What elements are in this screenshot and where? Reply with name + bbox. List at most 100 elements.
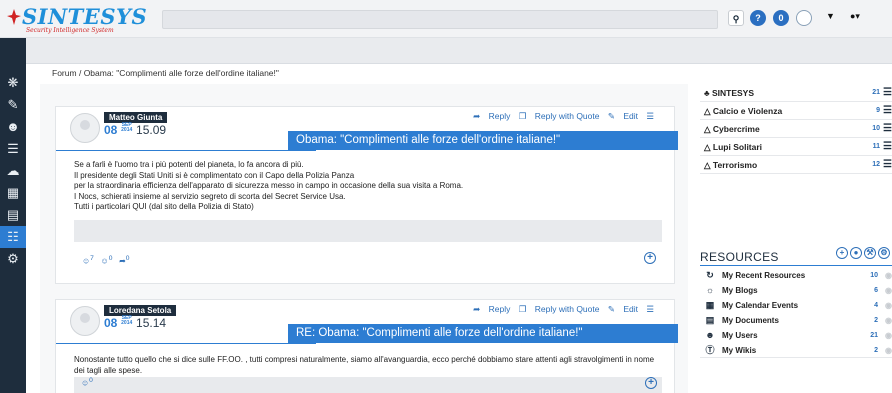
- notifications-badge[interactable]: 0: [773, 10, 789, 26]
- forum-item[interactable]: △ Lupi Solitari 11 ☰: [700, 138, 892, 156]
- help-icon[interactable]: ?: [750, 10, 766, 26]
- gear-icon[interactable]: ⚙: [878, 247, 890, 259]
- like-count: 0: [89, 377, 93, 384]
- post-body: Nonostante tutto quello che si dice sull…: [74, 355, 655, 375]
- post-reactions: ☺7 ☺0 ➦0: [82, 255, 130, 266]
- thread-panel: Matteo Giunta 08 SEP 2014 15.09 ➦ Reply ❐…: [40, 84, 688, 393]
- post-author[interactable]: Loredana Setola: [104, 305, 177, 316]
- resource-count: 21: [870, 332, 878, 339]
- global-search-input[interactable]: [162, 10, 718, 29]
- logo-star-icon: [7, 9, 21, 25]
- edit-button[interactable]: ✎ Edit: [608, 304, 638, 314]
- list-icon[interactable]: ☰: [883, 138, 892, 156]
- resource-item[interactable]: ▤ My Documents 2 ◉: [700, 313, 892, 328]
- like-icon[interactable]: ☺: [82, 257, 90, 266]
- breadcrumb-current: Obama: "Complimenti alle forze dell'ordi…: [83, 68, 279, 78]
- post-actions: ➦ Reply ❐ Reply with Quote ✎ Edit ☰: [467, 304, 654, 315]
- add-reply-button[interactable]: +: [645, 377, 657, 389]
- resource-item[interactable]: ↻ My Recent Resources 10 ◉: [700, 268, 892, 283]
- view-icon[interactable]: ◉: [885, 313, 892, 328]
- forum-icon[interactable]: ☷: [0, 226, 26, 248]
- reply-button[interactable]: ➦ Reply: [473, 111, 510, 121]
- breadcrumb-separator: /: [78, 68, 82, 78]
- resource-count: 6: [874, 287, 878, 294]
- reply-quote-button[interactable]: ❐ Reply with Quote: [519, 111, 600, 121]
- title-underline: [56, 343, 316, 344]
- resource-item[interactable]: Ⓣ My Wikis 2 ◉: [700, 343, 892, 358]
- like-count: 7: [90, 255, 94, 262]
- calendar-icon[interactable]: ▦: [0, 182, 26, 204]
- forum-count: 10: [872, 125, 880, 132]
- resource-item[interactable]: ☼ My Blogs 6 ◉: [700, 283, 892, 298]
- settings-wrench-icon[interactable]: ⚒: [864, 247, 876, 259]
- settings-icon[interactable]: ⚙: [0, 248, 26, 270]
- wiki-icon: Ⓣ: [705, 345, 715, 355]
- forum-item[interactable]: △ Terrorismo 12 ☰: [700, 156, 892, 174]
- forum-list: ♣ SINTESYS 21 ☰ △ Calcio e Violenza 9 ☰ …: [700, 84, 892, 174]
- forum-icon: △: [704, 124, 711, 134]
- edit-button[interactable]: ✎ Edit: [608, 111, 638, 121]
- quick-reply-input[interactable]: [74, 220, 662, 242]
- list-icon[interactable]: ☰: [883, 84, 892, 102]
- user-icon: ☻: [705, 330, 715, 340]
- logo-name: SINTESYS: [22, 4, 148, 29]
- post-footer: ☺0 +: [55, 375, 675, 393]
- header-strip: [26, 38, 892, 64]
- add-reply-button[interactable]: +: [644, 252, 656, 264]
- forum-icon: △: [704, 160, 711, 170]
- user-menu-icon[interactable]: ●▾: [850, 11, 860, 22]
- resource-item[interactable]: ▦ My Calendar Events 4 ◉: [700, 298, 892, 313]
- post-line: I Nocs, schierati insieme al servizio se…: [74, 191, 346, 201]
- target-icon[interactable]: ●: [850, 247, 862, 259]
- post-day: 08: [104, 123, 118, 137]
- forum-icon: △: [704, 106, 711, 116]
- post-card: Matteo Giunta 08 SEP 2014 15.09 ➦ Reply ❐…: [55, 106, 678, 284]
- reply-count-icon[interactable]: ☺: [101, 257, 109, 266]
- add-resource-icon[interactable]: +: [836, 247, 848, 259]
- dashboard-icon[interactable]: ❋: [0, 72, 26, 94]
- rss-icon: ☼: [705, 285, 715, 295]
- book-icon[interactable]: ▤: [0, 204, 26, 226]
- post-body: Se a farli è l'uomo tra i più potenti de…: [74, 160, 463, 213]
- status-circle-icon[interactable]: [796, 10, 812, 26]
- post-reactions: ☺0: [81, 377, 93, 388]
- share-icon[interactable]: ➦: [119, 257, 126, 266]
- post-author[interactable]: Matteo Giunta: [104, 112, 168, 123]
- document-icon: ▤: [705, 315, 715, 325]
- reply-count: 0: [108, 255, 113, 262]
- edit-icon[interactable]: ✎: [0, 94, 26, 116]
- post-month-year: SEP 2014: [121, 315, 133, 326]
- forum-icon: ♣: [704, 88, 710, 98]
- title-underline: [56, 150, 316, 151]
- list-icon[interactable]: ☰: [883, 102, 892, 120]
- list-icon[interactable]: ☰: [883, 156, 892, 174]
- list-icon[interactable]: ☰: [883, 120, 892, 138]
- more-options-icon[interactable]: ☰: [646, 304, 654, 314]
- post-line[interactable]: Tutti i particolari QUI (dal sito della …: [74, 202, 463, 213]
- post-time: 15.09: [136, 123, 167, 137]
- reply-button[interactable]: ➦ Reply: [473, 304, 510, 314]
- resource-item[interactable]: ☻ My Users 21 ◉: [700, 328, 892, 343]
- user-search-icon[interactable]: ☻: [0, 116, 26, 138]
- view-icon[interactable]: ◉: [885, 328, 892, 343]
- database-icon[interactable]: ☰: [0, 138, 26, 160]
- post-actions: ➦ Reply ❐ Reply with Quote ✎ Edit ☰: [467, 111, 654, 122]
- resources-toolbar: + ● ⚒ ⚙: [836, 247, 892, 259]
- like-icon[interactable]: ☺: [81, 379, 89, 388]
- menu-chevron-down-icon[interactable]: ▼: [826, 11, 835, 21]
- post-month-year: SEP 2014: [121, 122, 133, 133]
- forum-item[interactable]: △ Cybercrime 10 ☰: [700, 120, 892, 138]
- chat-icon[interactable]: ☁: [0, 160, 26, 182]
- view-icon[interactable]: ◉: [885, 268, 892, 283]
- breadcrumb-forum-link[interactable]: Forum: [52, 68, 77, 78]
- app-logo[interactable]: SINTESYS Security Intelligence System: [6, 6, 156, 34]
- forum-item[interactable]: △ Calcio e Violenza 9 ☰: [700, 102, 892, 120]
- forum-item[interactable]: ♣ SINTESYS 21 ☰: [700, 84, 892, 102]
- view-icon[interactable]: ◉: [885, 343, 892, 358]
- resource-count: 2: [874, 317, 878, 324]
- reply-quote-button[interactable]: ❐ Reply with Quote: [519, 304, 600, 314]
- more-options-icon[interactable]: ☰: [646, 111, 654, 121]
- view-icon[interactable]: ◉: [885, 298, 892, 313]
- search-icon[interactable]: ⚲: [728, 10, 744, 26]
- view-icon[interactable]: ◉: [885, 283, 892, 298]
